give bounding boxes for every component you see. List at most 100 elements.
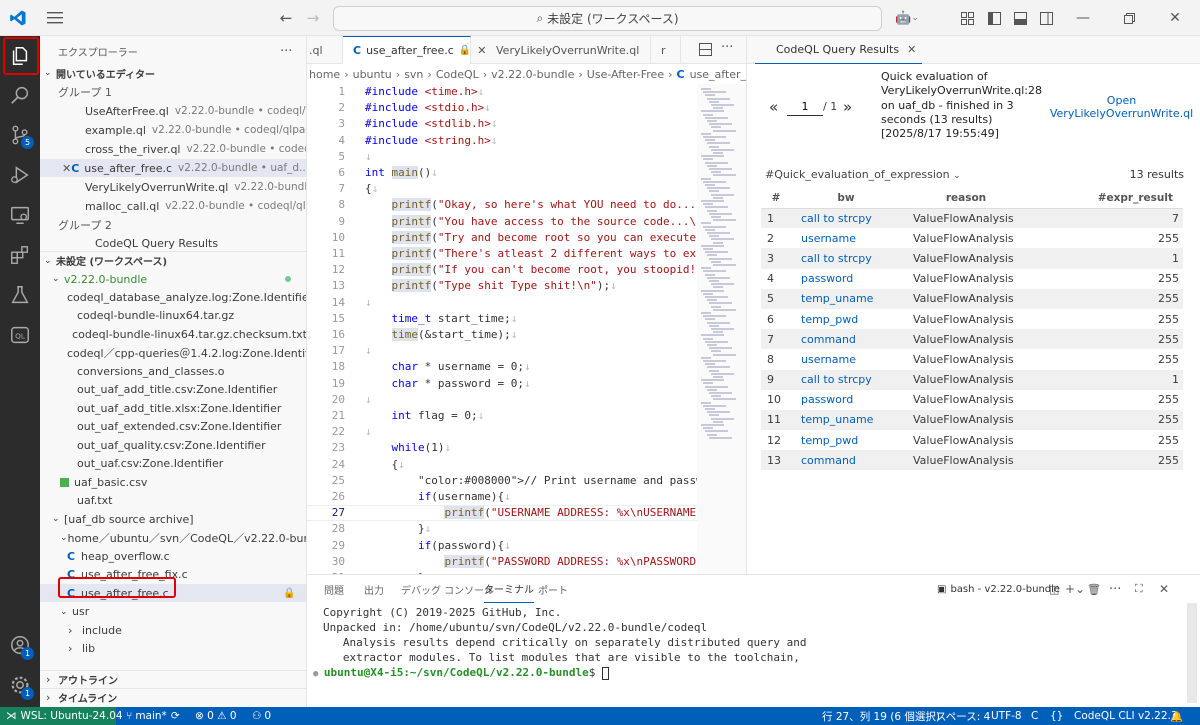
open-file-item[interactable]: example.ql v2.22.0-bundle • codeql/qlpack… xyxy=(40,121,306,139)
breadcrumb-item[interactable]: use_after_free.c xyxy=(690,68,746,81)
close-window-icon[interactable]: ✕ xyxy=(1164,0,1186,36)
file-item[interactable]: conversions_and_classes.o xyxy=(40,362,306,380)
bw-link[interactable]: temp_uname xyxy=(791,288,901,309)
tab-output[interactable]: 出力 xyxy=(364,575,384,603)
terminal-selector[interactable]: ▣ bash - v2.22.0-bundle xyxy=(937,575,1060,603)
breadcrumb-item[interactable]: ubuntu xyxy=(353,68,392,81)
manage-gear-icon[interactable] xyxy=(0,666,40,704)
column-header[interactable]: reason xyxy=(901,188,1031,208)
open-file-item[interactable]: cross_the_river.ql v2.22.0-bundle • codeq… xyxy=(40,140,306,158)
terminal-scrollbar[interactable] xyxy=(1187,603,1197,703)
testing-flask-icon[interactable] xyxy=(0,276,40,314)
file-item[interactable]: out_uaf_add_title.csv:Zone.Identifier xyxy=(40,381,306,399)
close-icon[interactable]: ✕ xyxy=(907,43,916,56)
column-header[interactable]: #expr_result xyxy=(1031,188,1183,208)
breadcrumb-item[interactable]: svn xyxy=(404,68,423,81)
bw-link[interactable]: command xyxy=(791,450,901,471)
file-item[interactable]: out_uaf_quality.csv:Zone.Identifier xyxy=(40,436,306,454)
menu-icon[interactable] xyxy=(44,0,66,36)
open-file-item[interactable]: UseAfterFree.ql v2.22.0-bundle • codeql/q… xyxy=(40,102,306,120)
table-row[interactable]: 10 password ValueFlowAnalysis 255 xyxy=(761,390,1183,410)
open-file-item[interactable]: VeryLikelyOverrunWrite.ql v2.22.0-bundle … xyxy=(40,178,306,196)
minimap[interactable] xyxy=(697,84,746,574)
table-row[interactable]: 5 temp_uname ValueFlowAnalysis 255 xyxy=(761,288,1183,309)
branch-indicator[interactable]: ⑂ main* ⟳ xyxy=(126,707,180,725)
more-actions-icon[interactable]: ··· xyxy=(1109,575,1121,603)
timeline-section[interactable]: › タイムライン xyxy=(40,688,306,706)
table-row[interactable]: 3 call to strcpy ValueFlowAnalysis 1 xyxy=(761,248,1183,269)
tab-query-results[interactable]: CodeQL Query Results ✕ xyxy=(755,36,923,64)
open-file-item[interactable]: malloc_call.ql v2.22.0-bundle • codeql/ql… xyxy=(40,197,306,215)
open-editors-section[interactable]: ⌄ 開いているエディター xyxy=(40,64,306,82)
usr-folder[interactable]: ⌄ usr xyxy=(40,603,306,621)
table-row[interactable]: 4 password ValueFlowAnalysis 255 xyxy=(761,269,1183,289)
indent-setting[interactable]: スペース: 4 xyxy=(936,707,990,725)
tab-ports[interactable]: ポート xyxy=(538,575,568,603)
breadcrumb-item[interactable]: CodeQL xyxy=(436,68,479,81)
table-row[interactable]: 6 temp_pwd ValueFlowAnalysis 255 xyxy=(761,309,1183,329)
extensions-icon[interactable] xyxy=(0,236,40,274)
command-center-search[interactable]: ⌕ 未設定 (ワークスペース) xyxy=(333,6,882,31)
table-row[interactable]: 2 username ValueFlowAnalysis 255 xyxy=(761,228,1183,248)
file-item[interactable]: out_uaf_add_title.xlsx:Zone.Identifier xyxy=(40,399,306,417)
close-icon[interactable]: ✕ xyxy=(1159,575,1169,603)
problems-indicator[interactable]: ⊗ 0 ⚠ 0 xyxy=(195,707,237,725)
run-debug-icon[interactable] xyxy=(0,156,40,194)
terminal-prompt[interactable]: ● ubuntu@X4-i5:~/svn/CodeQL/v2.22.0-bund… xyxy=(313,665,609,680)
workspace-section[interactable]: ⌄ 未設定 (ワークスペース) xyxy=(40,251,306,269)
split-terminal-icon[interactable]: ◫ xyxy=(1049,575,1059,603)
tab-ql[interactable]: .ql xyxy=(307,36,343,64)
bw-link[interactable]: call to strcpy xyxy=(791,208,901,229)
file-item[interactable]: codeql-bundle-linux64.tar.gz xyxy=(40,307,306,325)
table-row[interactable]: 7 command ValueFlowAnalysis 255 xyxy=(761,329,1183,350)
open-file-item-active[interactable]: ✕ Cuse_after_free.c v2.22.0-bundle • uaf_d… xyxy=(40,159,306,177)
tab-verylikely[interactable]: VeryLikelyOverrunWrite.ql xyxy=(471,36,651,64)
table-row[interactable]: 9 call to strcpy ValueFlowAnalysis 1 xyxy=(761,369,1183,390)
file-item[interactable]: uaf_basic.csv xyxy=(40,473,306,491)
file-item[interactable]: uaf.txt xyxy=(40,492,306,510)
page-next-button[interactable]: » xyxy=(843,98,852,116)
toggle-sidebar-icon[interactable] xyxy=(985,0,1003,36)
bw-link[interactable]: password xyxy=(791,269,901,289)
breadcrumb-item[interactable]: Use-After-Free xyxy=(587,68,664,81)
toggle-panel-icon[interactable] xyxy=(1011,0,1029,36)
file-item[interactable]: codeql_database_analyze.log:Zone.Identif… xyxy=(40,288,306,306)
bw-link[interactable]: call to strcpy xyxy=(791,248,901,269)
language-mode[interactable]: C xyxy=(1031,707,1038,725)
source-control-icon[interactable] xyxy=(0,116,40,154)
file-item[interactable]: codeql／cpp-queries＠1.4.2.log:Zone.Identi… xyxy=(40,344,306,362)
page-prev-button[interactable]: « xyxy=(769,98,778,116)
root-folder[interactable]: ⌄ v2.22.0-bundle xyxy=(40,270,306,288)
notifications-bell-icon[interactable]: 🔔 xyxy=(1170,707,1183,725)
toggle-secondary-sidebar-icon[interactable] xyxy=(1037,0,1055,36)
tab-problems[interactable]: 問題 xyxy=(324,575,344,603)
layout-customize-icon[interactable] xyxy=(958,0,976,36)
forward-arrow-icon[interactable]: → xyxy=(303,0,323,36)
archive-path-folder[interactable]: ⌄ home／ubuntu／svn／CodeQL／v2.22.0-bundle.… xyxy=(40,529,306,547)
breadcrumb-item[interactable]: v2.22.0-bundle xyxy=(491,68,574,81)
ports-indicator[interactable]: ⚇ 0 xyxy=(252,707,271,725)
table-row[interactable]: 12 temp_pwd ValueFlowAnalysis 255 xyxy=(761,430,1183,450)
bw-link[interactable]: temp_pwd xyxy=(791,430,901,450)
tab-use-after-free[interactable]: C use_after_free.c 🔒 ✕ xyxy=(343,36,486,64)
restore-icon[interactable] xyxy=(1118,0,1140,36)
bw-link[interactable]: username xyxy=(791,228,901,248)
codeql-icon[interactable]: QL xyxy=(0,316,40,354)
table-row[interactable]: 13 command ValueFlowAnalysis 255 xyxy=(761,450,1183,471)
more-actions-icon[interactable]: ··· xyxy=(721,40,733,55)
file-item[interactable]: codeql-bundle-linux64.tar.gz.checksum.tx… xyxy=(40,325,306,343)
table-row[interactable]: 8 username ValueFlowAnalysis 255 xyxy=(761,349,1183,369)
outline-section[interactable]: › アウトライン xyxy=(40,670,306,688)
table-row[interactable]: 1 call to strcpy ValueFlowAnalysis 7 xyxy=(761,208,1183,229)
encoding-setting[interactable]: UTF-8 xyxy=(991,707,1022,725)
search-view-icon[interactable] xyxy=(0,76,40,114)
bw-link[interactable]: temp_uname xyxy=(791,409,901,431)
lib-folder[interactable]: › lib xyxy=(40,640,306,658)
column-header[interactable]: # xyxy=(761,188,791,208)
tab-terminal[interactable]: ターミナル xyxy=(484,575,534,603)
bw-link[interactable]: call to strcpy xyxy=(791,369,901,390)
cursor-position[interactable]: 行 27、列 19 (6 個選択) xyxy=(822,707,940,725)
file-item[interactable]: out_uaf_extended.csv:Zone.Identifier xyxy=(40,418,306,436)
open-query-link[interactable]: Open VeryLikelyOverrunWrite.ql xyxy=(1049,94,1194,120)
braces-icon[interactable]: {} xyxy=(1050,707,1063,725)
